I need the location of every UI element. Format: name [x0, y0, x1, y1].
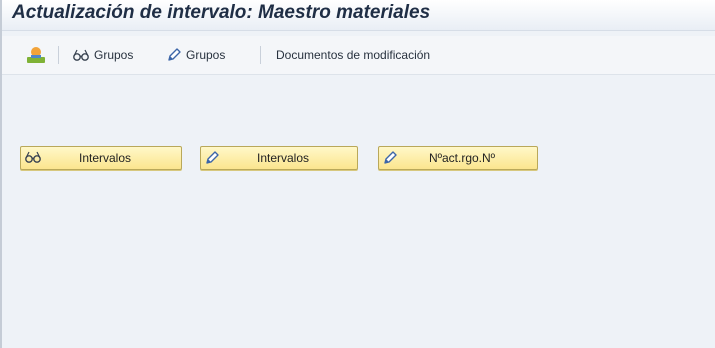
change-documents-button[interactable]: Documentos de modificación — [276, 45, 430, 65]
change-intervals-button[interactable]: Intervalos — [200, 146, 358, 170]
toolbar-separator — [58, 46, 59, 64]
display-intervals-button[interactable]: Intervalos — [20, 146, 182, 170]
change-groups-label: Grupos — [186, 48, 226, 62]
main-content-area — [18, 75, 715, 348]
application-toolbar: Grupos Grupos Documentos de modificación — [2, 36, 715, 75]
change-documents-label: Documentos de modificación — [276, 48, 431, 62]
current-number-status-label: Nºact.rgo.Nº — [428, 151, 496, 165]
title-bar: Actualización de intervalo: Maestro mate… — [2, 0, 715, 31]
change-intervals-label: Intervalos — [256, 151, 310, 165]
change-groups-button[interactable]: Grupos — [166, 45, 225, 65]
display-intervals-label: Intervalos — [78, 151, 132, 165]
pencil-icon — [166, 47, 182, 63]
pencil-icon — [204, 150, 220, 166]
current-number-status-button[interactable]: Nºact.rgo.Nº — [378, 146, 538, 170]
object-icon — [26, 46, 46, 64]
display-groups-button[interactable]: Grupos — [72, 45, 133, 65]
page-title: Actualización de intervalo: Maestro mate… — [12, 2, 431, 23]
glasses-icon — [72, 48, 90, 62]
display-groups-label: Grupos — [94, 48, 134, 62]
pencil-icon — [382, 150, 398, 166]
toolbar-separator — [260, 46, 261, 64]
toolbar-object-button[interactable] — [26, 45, 46, 65]
glasses-icon — [24, 150, 42, 164]
